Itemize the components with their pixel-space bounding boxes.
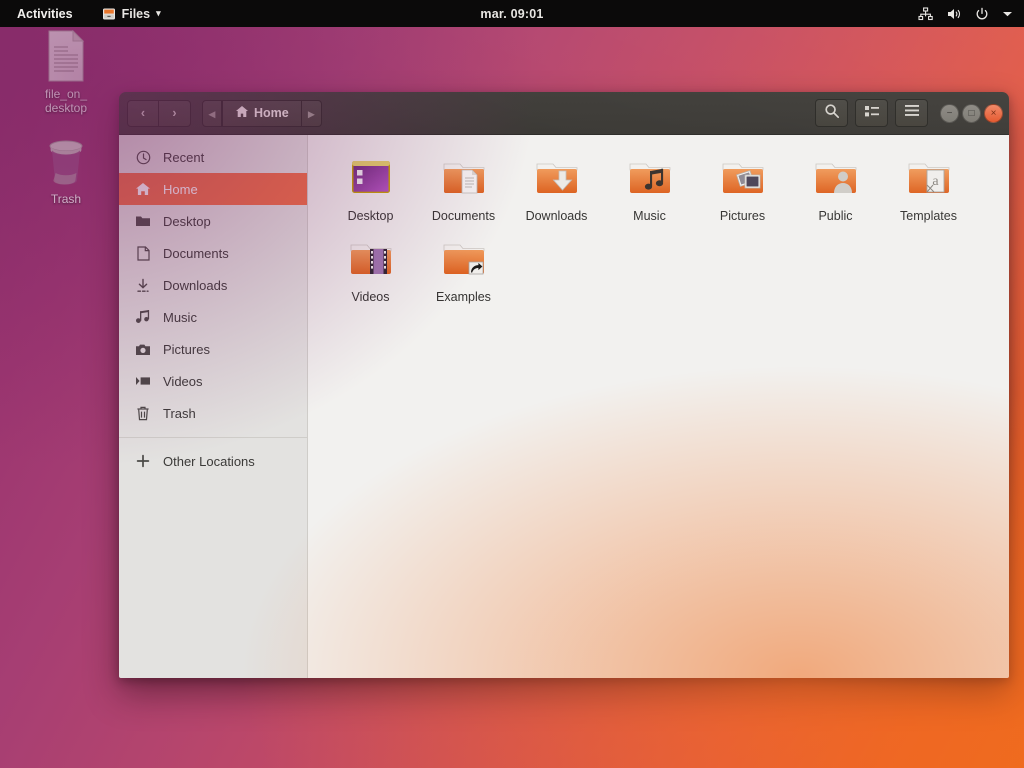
file-item-pictures[interactable]: Pictures: [696, 149, 789, 230]
clock[interactable]: mar. 09:01: [0, 7, 1024, 21]
folder-pictures-icon: [698, 153, 787, 203]
sidebar-item-label: Documents: [163, 245, 229, 261]
sidebar-item-label: Other Locations: [163, 453, 255, 469]
menu-button[interactable]: [895, 99, 928, 127]
video-icon: [135, 375, 151, 387]
home-icon: [135, 182, 151, 196]
sidebar-item-label: Pictures: [163, 341, 210, 357]
sidebar-item-downloads[interactable]: Downloads: [119, 269, 307, 301]
sidebar-item-other-locations[interactable]: Other Locations: [119, 445, 307, 477]
home-icon: [235, 105, 249, 121]
camera-icon: [135, 343, 151, 356]
sidebar-item-documents[interactable]: Documents: [119, 237, 307, 269]
folder-videos-icon: [326, 234, 415, 284]
file-item-label: Desktop: [347, 209, 394, 223]
file-item-music[interactable]: Music: [603, 149, 696, 230]
desktop[interactable]: Activities Files ▾ mar. 09:01 file_on_ d…: [0, 0, 1024, 768]
minimize-button[interactable]: −: [940, 103, 959, 123]
file-item-label: Videos: [351, 290, 390, 304]
folder-music-icon: [605, 153, 694, 203]
file-grid-view[interactable]: Desktop Documents Downloads Music Pictur…: [308, 135, 1009, 678]
volume-icon[interactable]: [946, 7, 962, 21]
file-item-public[interactable]: Public: [789, 149, 882, 230]
document-icon: [135, 245, 151, 261]
file-item-label: Pictures: [719, 209, 766, 223]
pathbar-prev-button[interactable]: ◂: [202, 99, 222, 127]
search-button[interactable]: [815, 99, 848, 127]
pathbar-next-button[interactable]: ▸: [301, 99, 322, 127]
sidebar-item-label: Recent: [163, 149, 205, 165]
file-item-templates[interactable]: a Templates: [882, 149, 975, 230]
desktop-icon-file-on-desktop[interactable]: file_on_ desktop: [20, 30, 112, 115]
music-icon: [135, 310, 151, 324]
folder-templates-icon: a: [884, 153, 973, 203]
hamburger-menu-icon: [904, 104, 920, 122]
power-icon[interactable]: [975, 7, 989, 21]
file-item-documents[interactable]: Documents: [417, 149, 510, 230]
file-item-downloads[interactable]: Downloads: [510, 149, 603, 230]
maximize-button[interactable]: □: [962, 103, 981, 123]
file-item-label: Music: [633, 209, 666, 223]
folder-symlink-icon: [419, 234, 508, 284]
sidebar-item-pictures[interactable]: Pictures: [119, 333, 307, 365]
svg-text:a: a: [932, 174, 939, 189]
window-controls: − □ ×: [940, 103, 1003, 123]
sidebar-item-label: Home: [163, 181, 198, 197]
sidebar-item-label: Music: [163, 309, 197, 325]
folder-icon: [135, 214, 151, 228]
file-item-label: Downloads: [525, 209, 588, 223]
window-headerbar: ‹ › ◂ Home ▸ − □ ×: [119, 92, 1009, 135]
file-item-examples[interactable]: Examples: [417, 230, 510, 311]
desktop-icon-label-line2: desktop: [44, 101, 88, 115]
sidebar-item-music[interactable]: Music: [119, 301, 307, 333]
back-button[interactable]: ‹: [127, 99, 159, 127]
clock-icon: [135, 150, 151, 165]
sidebar-item-label: Trash: [163, 405, 196, 421]
file-item-label: Documents: [431, 209, 496, 223]
forward-button[interactable]: ›: [159, 99, 191, 127]
sidebar-item-home[interactable]: Home: [119, 173, 307, 205]
desktop-icon-label-line1: Trash: [50, 192, 82, 206]
sidebar-item-videos[interactable]: Videos: [119, 365, 307, 397]
folder-documents-icon: [419, 153, 508, 203]
breadcrumb-home[interactable]: Home: [222, 99, 302, 127]
sidebar-item-label: Videos: [163, 373, 203, 389]
folder-downloads-icon: [512, 153, 601, 203]
navigation-buttons: ‹ ›: [127, 99, 191, 127]
files-window[interactable]: ‹ › ◂ Home ▸ − □ × Recent Home Desktop D…: [119, 92, 1009, 678]
list-view-icon: [864, 104, 880, 123]
file-item-label: Examples: [436, 290, 491, 304]
network-icon[interactable]: [918, 6, 933, 21]
sidebar-item-label: Desktop: [163, 213, 211, 229]
search-icon: [824, 103, 840, 124]
desktop-icon-label-line1: file_on_: [44, 87, 88, 101]
download-icon: [135, 278, 151, 293]
view-toggle-button[interactable]: [855, 99, 888, 127]
folder-desktop-icon: [326, 153, 415, 203]
folder-public-icon: [791, 153, 880, 203]
pathbar: ◂ Home ▸: [202, 99, 322, 127]
sidebar-item-desktop[interactable]: Desktop: [119, 205, 307, 237]
system-menu-arrow-icon[interactable]: [1002, 10, 1013, 18]
sidebar-item-recent[interactable]: Recent: [119, 141, 307, 173]
file-item-desktop[interactable]: Desktop: [324, 149, 417, 230]
sidebar-divider: [119, 437, 307, 438]
file-item-label: Public: [818, 209, 853, 223]
breadcrumb-label: Home: [254, 106, 289, 120]
trash-icon: [135, 406, 151, 421]
trash-icon: [20, 135, 112, 187]
sidebar-item-trash[interactable]: Trash: [119, 397, 307, 429]
sidebar: Recent Home Desktop Documents Downloads …: [119, 135, 308, 678]
plus-icon: [135, 454, 151, 468]
file-item-videos[interactable]: Videos: [324, 230, 417, 311]
desktop-icon-trash[interactable]: Trash: [20, 135, 112, 206]
file-item-label: Templates: [900, 209, 957, 223]
file-grid: Desktop Documents Downloads Music Pictur…: [324, 149, 1009, 311]
close-button[interactable]: ×: [984, 103, 1003, 123]
text-file-icon: [20, 30, 112, 82]
sidebar-item-label: Downloads: [163, 277, 228, 293]
gnome-top-bar: Activities Files ▾ mar. 09:01: [0, 0, 1024, 27]
